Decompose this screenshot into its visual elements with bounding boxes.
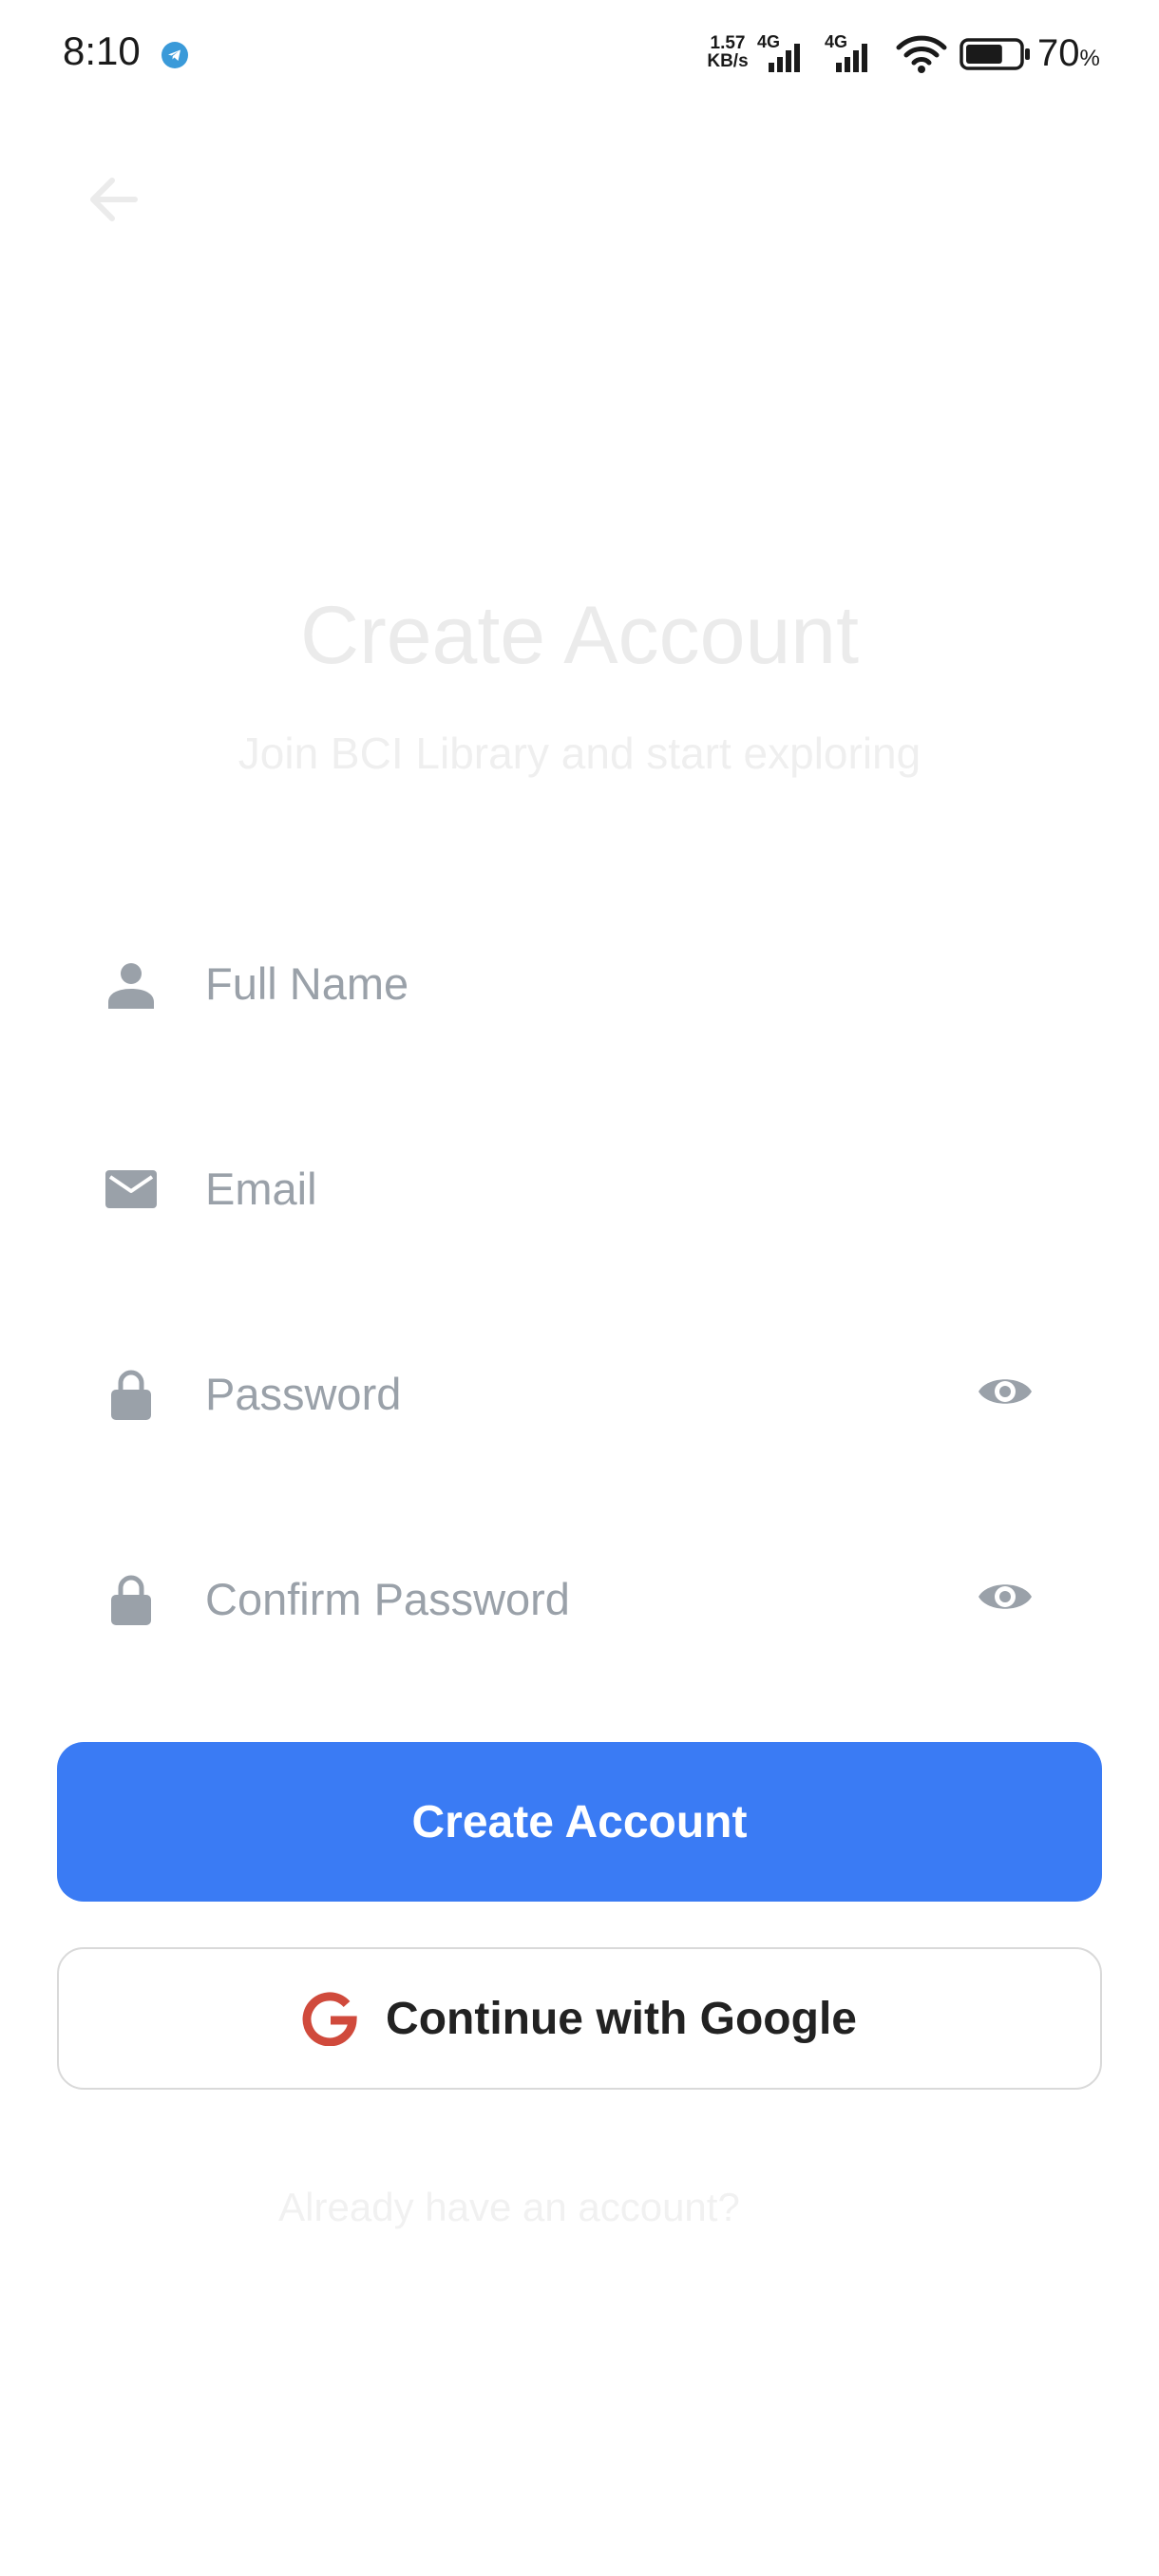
lock-icon xyxy=(111,1575,151,1625)
telegram-icon xyxy=(162,42,188,68)
signal-bars-icon xyxy=(836,44,867,72)
signin-link[interactable]: Already have an account? xyxy=(0,2185,1018,2230)
lock-icon xyxy=(111,1370,151,1420)
battery-level-fill xyxy=(966,45,1002,64)
full-name-field[interactable]: Full Name xyxy=(95,921,1064,1035)
battery-percent: 70% xyxy=(1037,32,1100,75)
network-speed: 1.57 KB/s xyxy=(700,34,755,70)
google-g-icon xyxy=(302,1992,357,2046)
person-icon xyxy=(108,963,154,1009)
back-button[interactable] xyxy=(80,165,148,234)
full-name-placeholder: Full Name xyxy=(205,958,409,1009)
password-placeholder: Password xyxy=(205,1369,402,1419)
email-placeholder: Email xyxy=(205,1164,317,1214)
continue-with-google-button[interactable]: Continue with Google xyxy=(57,1947,1102,2090)
mail-icon xyxy=(105,1170,157,1208)
network-speed-value: 1.57 xyxy=(710,33,746,53)
page-subtitle: Join BCI Library and start exploring xyxy=(238,729,922,778)
battery-percent-sign: % xyxy=(1079,46,1100,71)
create-account-screen: 8:10 1.57 KB/s 4G 4G 70% Create Account … xyxy=(0,0,1159,2576)
eye-icon[interactable] xyxy=(977,1372,1034,1411)
signal-bars-icon xyxy=(769,44,800,72)
status-time: 8:10 xyxy=(63,28,141,73)
battery-icon xyxy=(960,38,1030,70)
confirm-password-placeholder: Confirm Password xyxy=(205,1574,570,1624)
email-field[interactable]: Email xyxy=(95,1127,1064,1241)
eye-icon[interactable] xyxy=(977,1577,1034,1617)
continue-with-google-label: Continue with Google xyxy=(386,1993,857,2044)
page-title: Create Account xyxy=(299,590,860,681)
confirm-password-field[interactable]: Confirm Password xyxy=(95,1537,1064,1651)
network-speed-unit: KB/s xyxy=(707,51,749,71)
back-arrow-icon xyxy=(90,178,138,221)
create-account-button[interactable]: Create Account xyxy=(57,1742,1102,1902)
create-account-button-label: Create Account xyxy=(411,1796,748,1847)
password-field[interactable]: Password xyxy=(95,1332,1064,1446)
status-bar: 8:10 1.57 KB/s 4G 4G 70% xyxy=(0,0,1159,112)
wifi-icon xyxy=(896,35,947,73)
battery-percent-value: 70 xyxy=(1037,32,1080,74)
